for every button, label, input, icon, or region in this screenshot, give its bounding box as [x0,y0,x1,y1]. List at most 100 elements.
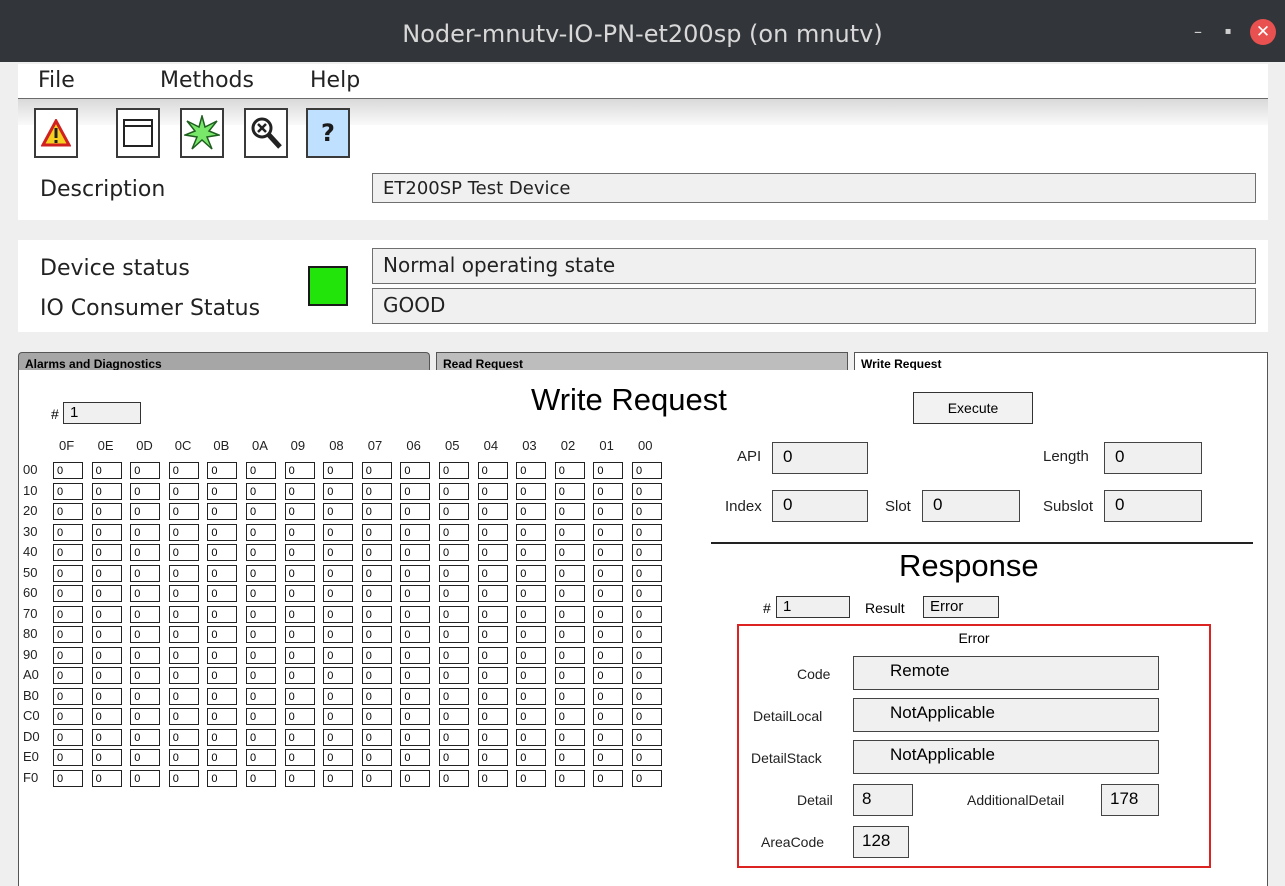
hex-cell[interactable]: 0 [53,687,83,705]
hex-cell[interactable]: 0 [284,523,315,541]
hex-cell[interactable]: 0 [168,564,199,582]
hex-cell[interactable]: 0 [53,544,83,561]
hex-cell[interactable]: 0 [323,769,354,787]
hex-cell[interactable]: 0 [168,462,199,479]
hex-cell[interactable]: 0 [284,626,315,643]
hex-cell[interactable]: 0 [439,605,469,623]
hex-cell[interactable]: 0 [323,626,354,643]
hex-cell[interactable]: 0 [130,687,161,705]
hex-cell[interactable]: 0 [323,564,354,582]
hex-cell[interactable]: 0 [246,503,276,520]
hex-cell[interactable]: 0 [554,667,585,684]
hex-cell[interactable]: 0 [593,667,624,684]
hex-cell[interactable]: 0 [632,687,662,705]
hex-cell[interactable]: 0 [168,708,199,725]
hex-cell[interactable]: 0 [284,646,315,664]
hex-cell[interactable]: 0 [477,585,508,602]
hex-cell[interactable]: 0 [439,585,469,602]
hex-cell[interactable]: 0 [91,646,122,664]
hex-cell[interactable]: 0 [168,749,199,766]
menu-help[interactable]: Help [310,68,360,93]
hex-cell[interactable]: 0 [554,462,585,479]
hex-cell[interactable]: 0 [439,687,469,705]
hex-cell[interactable]: 0 [554,728,585,746]
close-icon[interactable]: ✕ [1250,19,1276,45]
hex-cell[interactable]: 0 [207,769,238,787]
hex-cell[interactable]: 0 [284,708,315,725]
hex-cell[interactable]: 0 [168,769,199,787]
hex-cell[interactable]: 0 [632,503,662,520]
hex-cell[interactable]: 0 [130,667,161,684]
hex-cell[interactable]: 0 [632,564,662,582]
hex-cell[interactable]: 0 [632,482,662,500]
hex-cell[interactable]: 0 [593,728,624,746]
hex-cell[interactable]: 0 [516,544,547,561]
hex-cell[interactable]: 0 [53,462,83,479]
hex-cell[interactable]: 0 [284,667,315,684]
hex-cell[interactable]: 0 [439,626,469,643]
hex-cell[interactable]: 0 [53,646,83,664]
hex-cell[interactable]: 0 [91,503,122,520]
hex-cell[interactable]: 0 [91,749,122,766]
hex-cell[interactable]: 0 [246,564,276,582]
hex-cell[interactable]: 0 [130,749,161,766]
hex-cell[interactable]: 0 [477,503,508,520]
hex-cell[interactable]: 0 [593,626,624,643]
hex-cell[interactable]: 0 [361,564,392,582]
hex-cell[interactable]: 0 [284,728,315,746]
hex-cell[interactable]: 0 [246,462,276,479]
hex-cell[interactable]: 0 [323,544,354,561]
hex-cell[interactable]: 0 [91,626,122,643]
hex-cell[interactable]: 0 [130,523,161,541]
hex-cell[interactable]: 0 [130,769,161,787]
hex-cell[interactable]: 0 [439,564,469,582]
hex-cell[interactable]: 0 [53,503,83,520]
hex-cell[interactable]: 0 [323,585,354,602]
hex-cell[interactable]: 0 [439,523,469,541]
index-field[interactable]: 0 [772,490,868,522]
window-button[interactable] [116,108,160,158]
hex-cell[interactable]: 0 [207,503,238,520]
hex-cell[interactable]: 0 [554,626,585,643]
hex-cell[interactable]: 0 [554,749,585,766]
hex-cell[interactable]: 0 [361,708,392,725]
hex-cell[interactable]: 0 [246,646,276,664]
hex-cell[interactable]: 0 [323,482,354,500]
hex-cell[interactable]: 0 [130,482,161,500]
hex-cell[interactable]: 0 [554,503,585,520]
hex-cell[interactable]: 0 [477,708,508,725]
hex-cell[interactable]: 0 [593,605,624,623]
hex-cell[interactable]: 0 [516,503,547,520]
hex-cell[interactable]: 0 [632,749,662,766]
hex-cell[interactable]: 0 [361,503,392,520]
hex-cell[interactable]: 0 [91,523,122,541]
hex-cell[interactable]: 0 [400,482,431,500]
hex-cell[interactable]: 0 [168,605,199,623]
hex-cell[interactable]: 0 [207,667,238,684]
hex-cell[interactable]: 0 [361,523,392,541]
hex-cell[interactable]: 0 [53,605,83,623]
hex-cell[interactable]: 0 [323,687,354,705]
hex-cell[interactable]: 0 [439,482,469,500]
hex-cell[interactable]: 0 [516,462,547,479]
hex-cell[interactable]: 0 [323,708,354,725]
hex-cell[interactable]: 0 [593,482,624,500]
hex-cell[interactable]: 0 [284,544,315,561]
hex-cell[interactable]: 0 [207,564,238,582]
hex-cell[interactable]: 0 [554,605,585,623]
hex-cell[interactable]: 0 [53,564,83,582]
hex-cell[interactable]: 0 [593,646,624,664]
hex-cell[interactable]: 0 [361,646,392,664]
hex-cell[interactable]: 0 [130,564,161,582]
hex-cell[interactable]: 0 [516,667,547,684]
hex-cell[interactable]: 0 [323,523,354,541]
hex-cell[interactable]: 0 [554,482,585,500]
hex-cell[interactable]: 0 [516,564,547,582]
hex-cell[interactable]: 0 [130,503,161,520]
help-button[interactable]: ? [306,108,350,158]
hex-cell[interactable]: 0 [632,462,662,479]
hex-cell[interactable]: 0 [400,667,431,684]
hex-cell[interactable]: 0 [284,605,315,623]
hex-cell[interactable]: 0 [400,585,431,602]
hex-cell[interactable]: 0 [361,585,392,602]
